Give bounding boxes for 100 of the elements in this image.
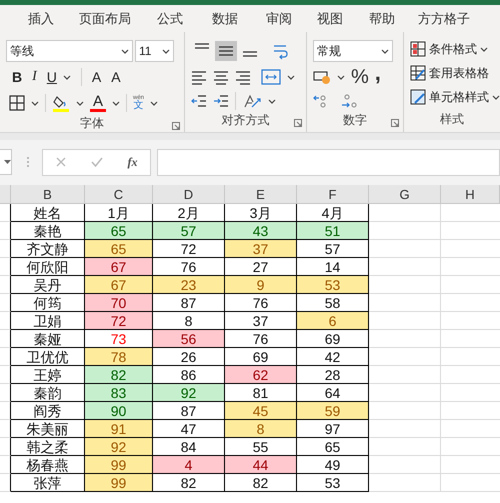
- group-label: 字体: [80, 115, 104, 132]
- table-cell: 44: [225, 456, 297, 474]
- decrease-decimal-icon[interactable]: [341, 93, 359, 109]
- ribbon-tab[interactable]: 插入: [15, 8, 67, 28]
- name-cell: 张萍: [11, 474, 85, 492]
- ribbon-tab[interactable]: 公式: [143, 8, 197, 28]
- borders-icon[interactable]: [9, 95, 25, 111]
- caret-icon[interactable]: [62, 74, 71, 80]
- caret-icon[interactable]: [112, 100, 120, 106]
- formula-input[interactable]: [157, 148, 500, 176]
- table-cell: 49: [297, 456, 369, 474]
- merge-center-icon[interactable]: [261, 69, 281, 85]
- table-format-icon: [410, 65, 426, 81]
- style-menu-button[interactable]: 单元格样式: [410, 88, 489, 106]
- percent-button[interactable]: %: [351, 67, 369, 87]
- name-cell: 秦艳: [11, 222, 85, 240]
- name-cell: 吴丹: [11, 276, 85, 294]
- table-cell: 69: [225, 348, 297, 366]
- table-cell: 6: [297, 312, 369, 330]
- decrease-indent-icon[interactable]: [191, 93, 207, 109]
- italic-button[interactable]: I: [32, 70, 37, 84]
- ribbon-tab[interactable]: 视图: [305, 8, 355, 28]
- ribbon-tab[interactable]: 页面布局: [67, 8, 143, 28]
- grip-icon: [26, 156, 30, 168]
- table-cell: 82: [85, 366, 153, 384]
- table-cell: 23: [153, 276, 225, 294]
- dialog-launcher-icon[interactable]: [391, 119, 399, 127]
- ribbon-tab[interactable]: 数据: [197, 8, 253, 28]
- number-format-field[interactable]: 常规: [313, 40, 393, 62]
- cell-format-icon: [410, 89, 426, 105]
- align-center-icon[interactable]: [213, 69, 229, 85]
- name-box[interactable]: [0, 149, 12, 175]
- table-cell: 58: [297, 294, 369, 312]
- dialog-launcher-icon[interactable]: [172, 122, 180, 130]
- caret-icon[interactable]: [31, 100, 39, 106]
- ribbon-tab[interactable]: 方方格子: [409, 8, 479, 28]
- column-header: E: [225, 185, 297, 204]
- table-cell: 73: [85, 330, 153, 348]
- decrease-font-size-button[interactable]: A: [111, 70, 121, 84]
- orientation-icon[interactable]: [242, 93, 262, 109]
- table-cell: 4: [153, 456, 225, 474]
- table-cell: 97: [297, 420, 369, 438]
- align-middle-icon[interactable]: [215, 41, 237, 61]
- caret-icon[interactable]: [162, 48, 170, 54]
- table-cell: 82: [225, 474, 297, 492]
- ribbon-tab[interactable]: 审阅: [253, 8, 305, 28]
- name-cell: 何筠: [11, 294, 85, 312]
- align-right-icon[interactable]: [235, 69, 251, 85]
- table-cell: 91: [85, 420, 153, 438]
- caret-icon[interactable]: [287, 74, 295, 80]
- table-cell: 76: [225, 294, 297, 312]
- caret-icon[interactable]: [76, 100, 84, 106]
- table-cell: 82: [153, 474, 225, 492]
- name-cell: 阎秀: [11, 402, 85, 420]
- table-cell: 72: [85, 312, 153, 330]
- table-cell: 47: [153, 420, 225, 438]
- name-cell: 朱美丽: [11, 420, 85, 438]
- insert-function-button[interactable]: fx: [128, 153, 138, 171]
- caret-icon[interactable]: [121, 48, 129, 54]
- caret-icon[interactable]: [492, 94, 500, 100]
- name-cell: 杨春燕: [11, 456, 85, 474]
- style-menu-button[interactable]: 套用表格格: [410, 64, 489, 82]
- fill-color-icon[interactable]: [52, 94, 70, 112]
- caret-icon[interactable]: [268, 98, 276, 104]
- table-cell: 67: [85, 276, 153, 294]
- table-cell: 51: [297, 222, 369, 240]
- currency-format-icon[interactable]: [313, 69, 331, 85]
- header-cell: 2月: [153, 204, 225, 222]
- caret-icon[interactable]: [480, 46, 488, 52]
- table-cell: 9: [225, 276, 297, 294]
- align-left-icon[interactable]: [191, 69, 207, 85]
- increase-font-size-button[interactable]: A: [92, 70, 102, 84]
- font-name-field[interactable]: 等线: [6, 40, 133, 62]
- table-cell: 27: [225, 258, 297, 276]
- style-menu-button[interactable]: 条件格式: [410, 40, 477, 58]
- table-cell: 53: [297, 474, 369, 492]
- bold-button[interactable]: B: [12, 70, 22, 84]
- table-cell: 99: [85, 456, 153, 474]
- caret-icon[interactable]: [4, 159, 11, 165]
- font-size-field[interactable]: 11: [135, 40, 174, 62]
- table-cell: 87: [153, 402, 225, 420]
- comma-style-button[interactable]: ,: [374, 62, 381, 84]
- table-cell: 99: [85, 474, 153, 492]
- table-cell: 76: [153, 258, 225, 276]
- table-cell: 67: [85, 258, 153, 276]
- increase-indent-icon[interactable]: [213, 93, 229, 109]
- table-cell: 78: [85, 348, 153, 366]
- name-cell: 韩之柔: [11, 438, 85, 456]
- caret-icon[interactable]: [150, 100, 158, 106]
- caret-icon[interactable]: [381, 48, 389, 54]
- name-cell: 秦娅: [11, 330, 85, 348]
- dialog-launcher-icon[interactable]: [294, 119, 302, 127]
- table-cell: 8: [225, 420, 297, 438]
- caret-icon[interactable]: [337, 74, 345, 80]
- table-cell: 28: [297, 366, 369, 384]
- ribbon-tab[interactable]: 帮助: [355, 8, 409, 28]
- underline-button[interactable]: U: [46, 70, 57, 84]
- font-color-button[interactable]: A: [90, 94, 106, 112]
- table-cell: 84: [153, 438, 225, 456]
- group-label: 对齐方式: [222, 112, 270, 128]
